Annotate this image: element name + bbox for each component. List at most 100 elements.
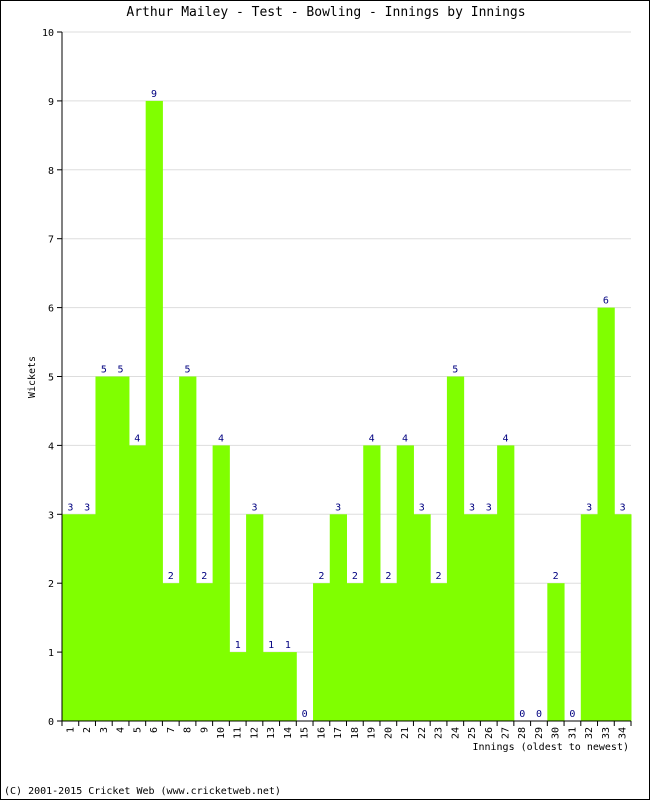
bar [396,445,414,721]
data-label: 6 [603,296,609,307]
x-tick-label: 6 [149,727,160,733]
y-tick-label: 2 [48,579,54,590]
bar [430,583,448,721]
bar [62,514,80,721]
bar [329,514,347,721]
data-label: 3 [67,502,73,513]
y-tick-label: 7 [48,235,54,246]
bar [597,307,615,721]
bar [179,376,197,721]
x-axis-label: Innings (oldest to newest) [472,742,629,753]
x-tick-label: 19 [367,727,378,739]
data-label: 3 [419,502,425,513]
x-tick-label: 24 [450,727,461,739]
x-tick-label: 2 [82,727,93,733]
data-label: 4 [369,433,375,444]
data-label: 3 [486,502,492,513]
y-axis-label: Wickets [27,356,38,398]
x-tick-label: 32 [584,727,595,739]
data-label: 5 [184,365,190,376]
data-label: 3 [586,502,592,513]
bar [446,376,465,721]
bar [128,445,147,721]
bar [262,652,281,721]
x-tick-label: 30 [551,727,562,739]
bar [78,514,96,721]
x-tick-label: 10 [216,727,227,739]
copyright-footer: (C) 2001-2015 Cricket Web (www.cricketwe… [4,786,281,797]
x-tick-label: 26 [484,727,495,739]
bar [95,376,113,721]
x-tick-label: 34 [618,727,629,739]
data-label: 3 [620,502,626,513]
y-tick-label: 3 [48,510,54,521]
data-label: 4 [402,433,408,444]
x-tick-label: 4 [116,727,127,733]
x-tick-label: 23 [434,727,445,739]
bar [463,514,481,721]
data-label: 2 [168,571,174,582]
bar [229,652,247,721]
bar [480,514,498,721]
y-tick-label: 0 [48,717,54,728]
data-label: 1 [285,640,291,651]
bar [413,514,431,721]
bar [614,514,632,721]
bar [580,514,599,721]
x-tick-label: 1 [65,727,76,733]
chart-frame: Arthur Mailey - Test - Bowling - Innings… [0,0,650,800]
x-tick-label: 31 [567,727,578,739]
data-label: 4 [134,433,140,444]
bar [379,583,398,721]
x-tick-label: 27 [500,727,511,739]
x-tick-label: 12 [249,727,260,739]
x-tick-label: 5 [132,727,143,733]
data-label: 3 [84,502,90,513]
bar [145,100,163,721]
bar [112,376,130,721]
x-tick-label: 17 [333,727,344,739]
x-tick-label: 7 [166,727,177,733]
data-label: 0 [519,709,525,720]
bar [279,652,297,721]
x-tick-label: 29 [534,727,545,739]
y-ticks: 0 1 2 3 4 5 6 7 8 9 10 [42,28,62,728]
data-label: 2 [201,571,207,582]
data-label: 1 [235,640,241,651]
bar [497,445,515,721]
plot-area: 3 35 5492524131 102324243253 340 020363 01234… [27,28,632,753]
bar [195,583,214,721]
x-tick-label: 25 [467,727,478,739]
data-label: 3 [251,502,257,513]
data-label: 2 [436,571,442,582]
x-tick-label: 8 [183,727,194,733]
bar [547,583,565,721]
bar [246,514,264,721]
data-label: 0 [302,709,308,720]
x-tick-label: 11 [233,727,244,739]
bar [363,445,381,721]
y-tick-label: 5 [48,373,54,384]
y-tick-label: 8 [48,166,54,177]
data-label: 2 [385,571,391,582]
y-tick-label: 4 [48,441,54,452]
data-label: 2 [318,571,324,582]
bars [62,100,632,721]
x-tick-label: 18 [350,727,361,739]
x-ticks: 1 2 3 4 5 6 7 8 9 10 11 12 13 14 15 16 17 18 19 20 21 22 23 24 2… [61,721,632,739]
data-label: 4 [218,433,224,444]
bar [212,445,230,721]
y-tick-label: 10 [42,28,54,39]
x-tick-label: 20 [383,727,394,739]
x-tick-label: 13 [266,727,277,739]
x-tick-label: 21 [400,727,411,739]
bar [313,583,331,721]
x-tick-label: 16 [316,727,327,739]
data-label: 3 [335,502,341,513]
x-tick-label: 9 [199,727,210,733]
y-tick-label: 1 [48,648,54,659]
data-label: 3 [469,502,475,513]
data-label: 5 [101,365,107,376]
bar [346,583,364,721]
x-tick-label: 22 [417,727,428,739]
